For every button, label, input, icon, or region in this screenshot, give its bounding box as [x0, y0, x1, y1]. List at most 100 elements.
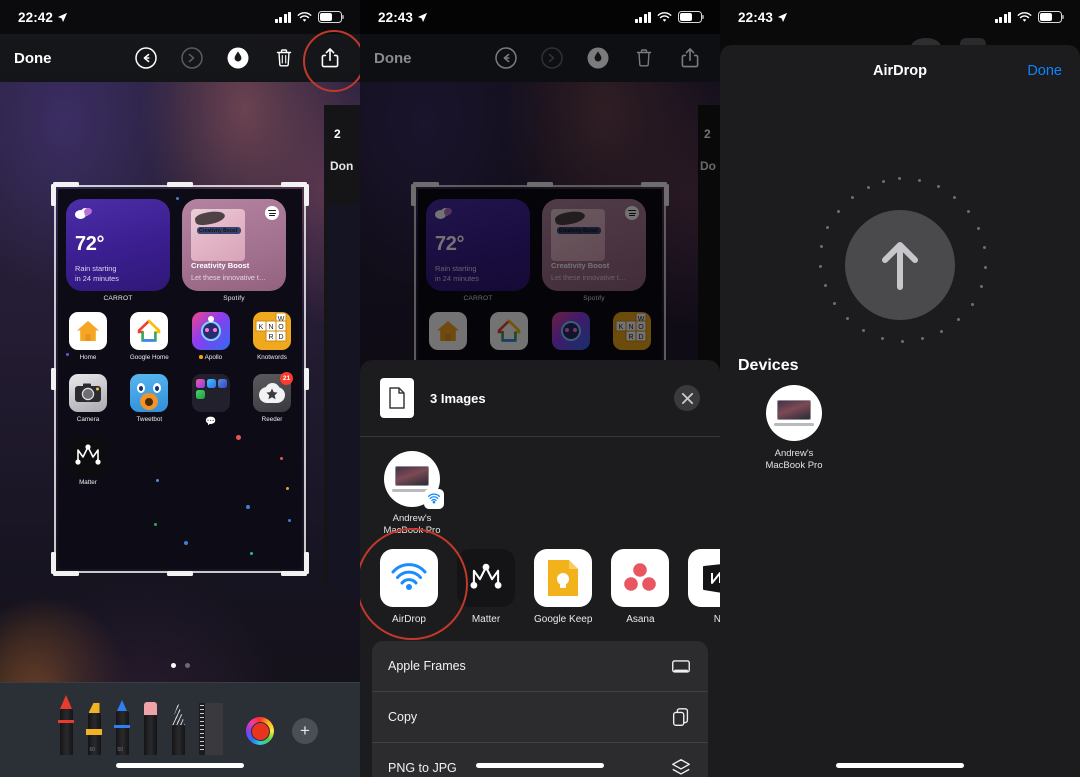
- app-row-3: Matter: [66, 437, 294, 486]
- status-time: 22:42: [18, 9, 54, 25]
- airdrop-radar: [810, 175, 990, 355]
- airdrop-modal: AirDrop Done Devices Andrew's MacBook Pr…: [720, 45, 1080, 777]
- avatar: [766, 385, 822, 441]
- home-indicator: [836, 763, 964, 768]
- status-bar: 22:43: [720, 0, 1080, 34]
- share-app-label: N: [713, 614, 720, 625]
- forecast-line-2: in 24 minutes: [75, 273, 119, 283]
- widget-spotify[interactable]: Creativity Boost Creativity Boost Let th…: [182, 199, 286, 302]
- done-button[interactable]: Done: [14, 50, 52, 67]
- app-camera[interactable]: Camera: [66, 374, 110, 427]
- album-art-caption: Creativity Boost: [199, 228, 238, 234]
- undo-icon[interactable]: [494, 46, 518, 70]
- app-label: Apollo: [204, 353, 223, 361]
- app-google-home[interactable]: Google Home: [127, 312, 171, 361]
- location-arrow-icon: [777, 12, 788, 22]
- trash-icon[interactable]: [272, 46, 296, 70]
- apple-home-icon: [77, 321, 99, 341]
- wifi-icon: [657, 11, 672, 22]
- share-app-label: Asana: [626, 614, 655, 625]
- asana-icon: [624, 563, 657, 591]
- share-actions-list: Apple Frames Copy PNG to JPG: [372, 641, 708, 777]
- google-home-icon: [138, 319, 161, 342]
- app-row-2: Camera Tweetbot 💬 21 Reeder: [66, 372, 294, 427]
- avatar: [384, 451, 444, 509]
- matter-icon: [75, 444, 101, 465]
- airdrop-contact[interactable]: Andrew's MacBook Pro: [380, 451, 444, 537]
- action-copy[interactable]: Copy: [372, 692, 708, 743]
- share-app-google-keep[interactable]: Google Keep: [534, 549, 592, 625]
- wifi-icon: [1017, 11, 1032, 22]
- widget-row: 72° Rain starting in 24 minutes CARROT C…: [66, 199, 294, 302]
- color-wheel-icon[interactable]: [246, 717, 274, 745]
- app-tweetbot[interactable]: Tweetbot: [127, 374, 171, 427]
- undo-icon[interactable]: [134, 46, 158, 70]
- lasso-tool[interactable]: [170, 703, 186, 755]
- signal-bars-icon: [634, 11, 651, 23]
- done-button[interactable]: Done: [1027, 63, 1062, 79]
- share-icon[interactable]: [678, 46, 702, 70]
- share-sheet-header: 3 Images: [360, 360, 720, 437]
- macbook-pro-icon: [392, 466, 432, 492]
- airdrop-header: AirDrop Done: [720, 45, 1080, 97]
- status-time: 22:43: [378, 9, 414, 25]
- svg-text:R: R: [268, 334, 273, 341]
- page-dots: [0, 663, 360, 668]
- airdrop-icon: [424, 489, 444, 509]
- panel-airdrop-picker: 22:43 AirDrop Done Devices Andrew's MacB…: [720, 0, 1080, 777]
- home-indicator: [116, 763, 244, 768]
- google-keep-icon: [548, 560, 579, 596]
- app-reeder[interactable]: 21 Reeder: [250, 372, 294, 427]
- markup-pen-icon[interactable]: [586, 46, 610, 70]
- notion-icon: [703, 564, 720, 593]
- highlighter-tool[interactable]: 60: [86, 703, 102, 755]
- svg-text:N: N: [268, 324, 273, 331]
- action-apple-frames[interactable]: Apple Frames: [372, 641, 708, 692]
- app-matter[interactable]: Matter: [66, 437, 110, 486]
- battery-icon: [318, 11, 345, 23]
- knotwords-icon: W K N O R D: [255, 312, 287, 342]
- app-folder[interactable]: 💬: [189, 374, 233, 427]
- add-tool-button[interactable]: +: [292, 718, 318, 744]
- action-png-to-jpg[interactable]: PNG to JPG: [372, 743, 708, 777]
- markup-toolbar: Done: [360, 34, 720, 82]
- marker-tool[interactable]: 50: [114, 700, 130, 755]
- eraser-tool[interactable]: [142, 702, 158, 755]
- device-frame-icon: [672, 660, 690, 673]
- captured-home-screen: 72° Rain starting in 24 minutes CARROT C…: [58, 189, 302, 569]
- redo-icon: [181, 47, 203, 69]
- share-app-label: Matter: [471, 614, 501, 625]
- widget-carrot[interactable]: 72° Rain starting in 24 minutes CARROT: [66, 199, 170, 302]
- trash-icon[interactable]: [632, 46, 656, 70]
- app-apollo[interactable]: Apollo: [189, 312, 233, 361]
- redo-icon: [541, 47, 563, 69]
- pen-tool[interactable]: [58, 695, 74, 755]
- widget-app-label: CARROT: [103, 295, 133, 302]
- app-label: Camera: [76, 415, 100, 423]
- device-item[interactable]: Andrew's MacBook Pro: [758, 385, 830, 472]
- forecast-line-1: Rain starting: [75, 264, 117, 274]
- svg-text:O: O: [278, 324, 284, 331]
- app-home[interactable]: Home: [66, 312, 110, 361]
- svg-text:D: D: [278, 334, 283, 341]
- done-button[interactable]: Done: [374, 50, 412, 67]
- share-sheet-title: 3 Images: [430, 390, 486, 406]
- ruler-tool[interactable]: [198, 703, 224, 755]
- screenshot-stage: 22:42 Done 2 Don 72° Rain starting in 24…: [0, 0, 1080, 777]
- close-icon[interactable]: [674, 385, 700, 411]
- share-app-notion[interactable]: N: [688, 549, 720, 625]
- macbook-pro-icon: [774, 400, 814, 426]
- annotation-circle-airdrop: [360, 528, 468, 640]
- markup-pen-icon[interactable]: [226, 46, 250, 70]
- action-label: Apple Frames: [388, 659, 466, 673]
- app-label: Matter: [79, 478, 97, 486]
- app-knotwords[interactable]: W K N O R D Knotwords: [250, 312, 294, 361]
- panel-share-sheet: 72° Rain starting in 24 minutes CARROT C…: [360, 0, 720, 777]
- share-app-asana[interactable]: Asana: [611, 549, 670, 625]
- home-indicator: [476, 763, 604, 768]
- device-name-line-2: MacBook Pro: [765, 460, 823, 471]
- copy-icon: [672, 708, 689, 726]
- signal-bars-icon: [994, 11, 1011, 23]
- app-label: Reeder: [261, 415, 283, 423]
- widget-temperature: 72°: [75, 233, 105, 255]
